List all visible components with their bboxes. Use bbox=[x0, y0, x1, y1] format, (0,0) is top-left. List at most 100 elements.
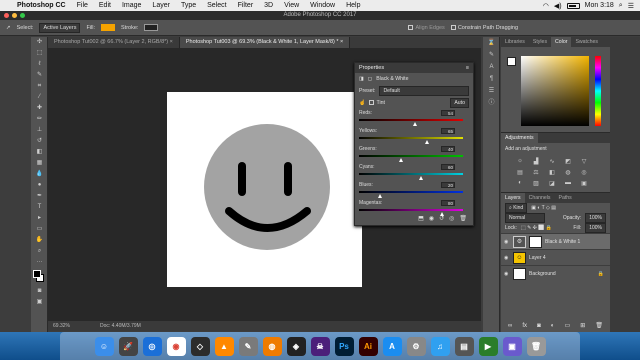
filter-icons[interactable]: ▣ ◐ T ◇ ▤ bbox=[531, 205, 556, 211]
brush-panel-icon[interactable]: ✎ bbox=[483, 49, 500, 61]
game-app-icon[interactable]: ☠ bbox=[310, 336, 330, 356]
slider-track[interactable] bbox=[359, 119, 463, 121]
inkscape-icon[interactable]: ✎ bbox=[238, 336, 258, 356]
tab-doc-tut003[interactable]: Photoshop Tut003 @ 69.3% (Black & White … bbox=[179, 37, 351, 48]
layer-row-background[interactable]: ◉ Background 🔒 bbox=[501, 265, 610, 281]
move-tool-icon[interactable]: ✣ bbox=[31, 37, 48, 48]
slider-track[interactable] bbox=[359, 191, 463, 193]
clock[interactable]: Mon 3:18 bbox=[585, 2, 614, 9]
menu-type[interactable]: Type bbox=[181, 2, 196, 9]
slider-value-field[interactable]: 60 bbox=[441, 164, 455, 170]
menu-filter[interactable]: Filter bbox=[238, 2, 254, 9]
reset-icon[interactable]: ↺ bbox=[439, 215, 444, 223]
menu-file[interactable]: File bbox=[77, 2, 88, 9]
zoom-tool-icon[interactable]: ⌕ bbox=[31, 246, 48, 257]
color-balance-icon[interactable]: ⚖ bbox=[531, 169, 541, 176]
auto-button[interactable]: Auto bbox=[450, 98, 469, 108]
new-layer-icon[interactable]: ⊞ bbox=[580, 322, 585, 329]
layer-row-layer4[interactable]: ◉ ☺ Layer 4 bbox=[501, 249, 610, 265]
slider-value-field[interactable]: 65 bbox=[441, 128, 455, 134]
tab-channels[interactable]: Channels bbox=[525, 193, 555, 203]
menu-view[interactable]: View bbox=[284, 2, 299, 9]
mask-add-icon[interactable]: ◙ bbox=[537, 323, 541, 329]
tab-layers[interactable]: Layers bbox=[501, 193, 525, 203]
blend-mode-dropdown[interactable]: Normal bbox=[505, 213, 545, 223]
clip-icon[interactable]: ⬒ bbox=[418, 215, 424, 223]
photoshop-icon[interactable]: Ps bbox=[334, 336, 354, 356]
finder-icon[interactable]: ☺ bbox=[94, 336, 114, 356]
curves-icon[interactable]: ∿ bbox=[547, 158, 557, 165]
system-preferences-icon[interactable]: ⚙ bbox=[406, 336, 426, 356]
slider-value-field[interactable]: 40 bbox=[441, 146, 455, 152]
brightness-icon[interactable]: ☼ bbox=[515, 158, 525, 165]
dodge-tool-icon[interactable]: ● bbox=[31, 180, 48, 191]
trash-dock-icon[interactable]: 🗑 bbox=[526, 336, 546, 356]
posterize-icon[interactable]: ▨ bbox=[531, 180, 541, 187]
menu-help[interactable]: Help bbox=[346, 2, 360, 9]
eyedropper-tool-icon[interactable]: ⁄ bbox=[31, 92, 48, 103]
launchpad-icon[interactable]: 🚀 bbox=[118, 336, 138, 356]
layer-mask-thumb[interactable] bbox=[529, 235, 542, 248]
mask-icon[interactable]: ◻ bbox=[368, 76, 372, 82]
black-white-icon[interactable]: ◧ bbox=[547, 169, 557, 176]
vlc-icon[interactable]: ▲ bbox=[214, 336, 234, 356]
gradient-map-icon[interactable]: ▬ bbox=[563, 180, 573, 187]
search-icon[interactable]: ⌕ bbox=[619, 2, 623, 10]
lasso-tool-icon[interactable]: ℓ bbox=[31, 59, 48, 70]
layer-row-black-white[interactable]: ◉ ⚙ Black & White 1 bbox=[501, 233, 610, 249]
facetime-icon[interactable]: ▶ bbox=[478, 336, 498, 356]
hue-saturation-icon[interactable]: ▤ bbox=[515, 169, 525, 176]
pen-tool-icon[interactable]: ✒ bbox=[31, 191, 48, 202]
slider-track[interactable] bbox=[359, 137, 463, 139]
brush-tool-icon[interactable]: ✏ bbox=[31, 114, 48, 125]
slider-track[interactable] bbox=[359, 209, 463, 211]
close-window-button[interactable] bbox=[4, 13, 9, 18]
constrain-path[interactable]: Constrain Path Dragging bbox=[450, 25, 518, 31]
levels-icon[interactable]: ▟ bbox=[531, 158, 541, 165]
trash-icon[interactable]: 🗑 bbox=[595, 322, 603, 329]
eye-icon[interactable]: ◉ bbox=[504, 271, 510, 277]
kind-filter-dropdown[interactable]: ⌕ Kind bbox=[505, 203, 528, 213]
minimize-window-button[interactable] bbox=[12, 13, 17, 18]
photo-filter-icon[interactable]: ◍ bbox=[563, 169, 573, 176]
slider-thumb[interactable] bbox=[377, 194, 382, 198]
tab-styles[interactable]: Styles bbox=[529, 37, 551, 47]
foreground-color-swatch[interactable] bbox=[507, 57, 516, 66]
slider-thumb[interactable] bbox=[419, 176, 424, 180]
slider-thumb[interactable] bbox=[424, 140, 429, 144]
tab-paths[interactable]: Paths bbox=[555, 193, 576, 203]
select-dropdown[interactable]: Active Layers bbox=[39, 22, 81, 33]
link-icon[interactable]: ∞ bbox=[508, 323, 512, 329]
fx-icon[interactable]: fx bbox=[522, 323, 527, 329]
menu-window[interactable]: Window bbox=[310, 2, 335, 9]
color-swatches-icon[interactable] bbox=[31, 268, 48, 286]
invert-icon[interactable]: ◐ bbox=[515, 180, 525, 187]
tab-swatches[interactable]: Swatches bbox=[571, 37, 602, 47]
app-store-icon[interactable]: A bbox=[382, 336, 402, 356]
illustrator-icon[interactable]: Ai bbox=[358, 336, 378, 356]
eraser-tool-icon[interactable]: ◧ bbox=[31, 147, 48, 158]
menu-3d[interactable]: 3D bbox=[264, 2, 273, 9]
safari-icon[interactable]: ◎ bbox=[142, 336, 162, 356]
slider-reds[interactable]: Reds: 54 bbox=[355, 109, 473, 127]
slider-greens[interactable]: Greens: 40 bbox=[355, 145, 473, 163]
visibility-icon[interactable]: ◎ bbox=[449, 215, 454, 223]
doc-size[interactable]: Doc: 4.40M/3.79M bbox=[100, 323, 141, 329]
unity-hub-icon[interactable]: ◈ bbox=[286, 336, 306, 356]
tint-checkbox[interactable]: Tint bbox=[369, 100, 385, 106]
tab-doc-tut002[interactable]: Photoshop Tut002 @ 66.7% (Layer 2, RGB/8… bbox=[48, 37, 180, 48]
app-menu[interactable]: Photoshop CC bbox=[17, 2, 66, 9]
vibrance-icon[interactable]: ▽ bbox=[579, 158, 589, 165]
selective-color-icon[interactable]: ▣ bbox=[579, 180, 589, 187]
menu-layer[interactable]: Layer bbox=[152, 2, 170, 9]
info-icon[interactable]: ⓘ bbox=[483, 97, 500, 109]
opacity-field[interactable]: 100% bbox=[585, 213, 606, 223]
crop-tool-icon[interactable]: ⌗ bbox=[31, 81, 48, 92]
path-select-tool-icon[interactable]: ▸ bbox=[31, 213, 48, 224]
channel-mixer-icon[interactable]: ◎ bbox=[579, 169, 589, 176]
eye-icon[interactable]: ◉ bbox=[504, 255, 510, 261]
tab-adjustments[interactable]: Adjustments bbox=[501, 133, 538, 143]
stamp-tool-icon[interactable]: ⊥ bbox=[31, 125, 48, 136]
stroke-swatch[interactable] bbox=[144, 24, 159, 31]
slider-thumb[interactable] bbox=[398, 158, 403, 162]
